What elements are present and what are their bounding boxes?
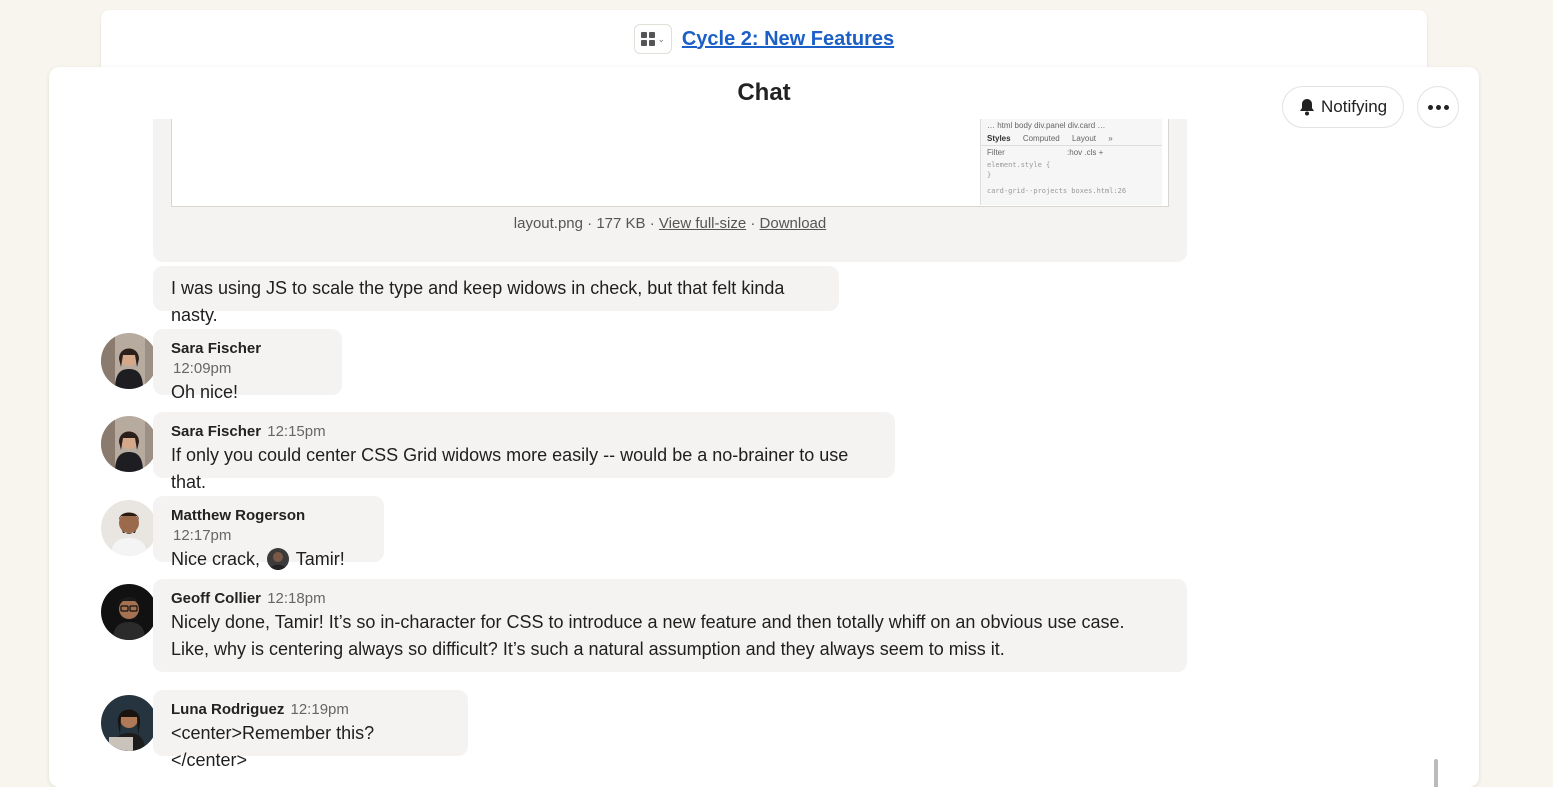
avatar-image [101,500,157,556]
message-text: I was using JS to scale the type and kee… [171,278,785,325]
bell-icon [1300,99,1314,116]
chat-message: Sara Fischer 12:09pm Oh nice! [153,329,342,402]
avatar-image [101,416,157,472]
author-name[interactable]: Luna Rodriguez [171,701,284,718]
notifying-button[interactable]: Notifying [1282,86,1405,128]
message-text: Oh nice! [171,382,239,402]
devtools-code-line: element.style { [987,161,1051,169]
message-time: 12:18pm [267,590,326,607]
notifying-label: Notifying [1321,97,1388,116]
devtools-breadcrumb: … html body div.panel div.card … [987,121,1106,130]
avatar-luna-rodriguez[interactable] [101,695,157,751]
separator: · [750,215,760,232]
author-name[interactable]: Sara Fischer [171,340,261,357]
avatar-sara-fischer[interactable] [101,333,157,389]
more-icon [1427,104,1449,110]
mention-avatar [267,548,290,570]
attachment-caption: layout.png · 177 KB · View full-size · D… [153,215,1187,232]
devtools-screenshot: … html body div.panel div.card … Styles … [980,119,1162,205]
author-name[interactable]: Matthew Rogerson [171,507,305,524]
message-time: 12:09pm [173,360,232,377]
chat-title: Chat [737,79,791,106]
grid-icon [640,32,655,46]
author-name[interactable]: Sara Fischer [171,423,261,440]
mention-tamir[interactable]: Tamir! [296,549,345,569]
attachment-preview-image[interactable]: … html body div.panel div.card … Styles … [171,119,1169,207]
devtools-code-line: } [987,171,992,179]
devtools-tab: Layout [1071,134,1096,143]
devtools-code-line: card-grid--projects boxes.html:26 [987,187,1127,195]
chevron-down-icon: ⌄ [657,33,666,44]
avatar-geoff-collier[interactable] [101,584,157,640]
view-full-size-link[interactable]: View full-size [659,215,746,232]
devtools-filter-row: Filter :hov .cls + [981,146,1162,159]
message-time: 12:17pm [173,527,232,544]
chat-message: Matthew Rogerson 12:17pm Nice crack, Tam… [153,496,384,570]
attachment-message: … html body div.panel div.card … Styles … [153,119,1187,262]
avatar-image [101,584,157,640]
download-link[interactable]: Download [760,215,827,232]
devtools-tabs: Styles Computed Layout » [981,132,1162,146]
message-time: 12:19pm [290,701,349,718]
avatar-sara-fischer[interactable] [101,416,157,472]
message-time: 12:15pm [267,423,326,440]
attachment-size: 177 KB [596,215,646,232]
message-text: If only you could center CSS Grid widows… [171,445,849,492]
chat-message: Luna Rodriguez 12:19pm <center>Remember … [153,690,468,770]
project-title-link[interactable]: Cycle 2: New Features [682,28,894,51]
chat-message: Geoff Collier 12:18pm Nicely done, Tamir… [153,579,1187,672]
devtools-tab: Styles [987,134,1011,143]
avatar-image [101,333,157,389]
message-text: <center>Remember this?</center> [171,723,375,770]
devtools-tab: Computed [1022,134,1060,143]
project-header-inner: ⌄ Cycle 2: New Features [101,24,1427,54]
message-text: Nice crack, Tamir! [171,546,366,573]
separator: · [649,215,659,232]
message-text-part: Nice crack, [171,549,261,569]
project-switcher-button[interactable]: ⌄ [633,24,672,54]
separator: · [587,215,597,232]
author-name[interactable]: Geoff Collier [171,590,261,607]
scrollbar-thumb[interactable] [1434,759,1438,787]
devtools-filter-options: :hov .cls + [1067,148,1104,157]
chat-panel: Chat Notifying … html body div.panel div… [49,67,1479,787]
more-options-button[interactable] [1417,86,1459,128]
devtools-tab: » [1108,134,1113,143]
attachment-filename: layout.png [513,215,583,232]
message-text: Nicely done, Tamir! It’s so in-character… [171,612,1125,659]
chat-message: I was using JS to scale the type and kee… [153,266,839,325]
chat-message: Sara Fischer 12:15pm If only you could c… [153,412,895,492]
avatar-image [101,695,157,751]
devtools-filter: Filter [987,148,1005,157]
avatar-matthew-rogerson[interactable] [101,500,157,556]
